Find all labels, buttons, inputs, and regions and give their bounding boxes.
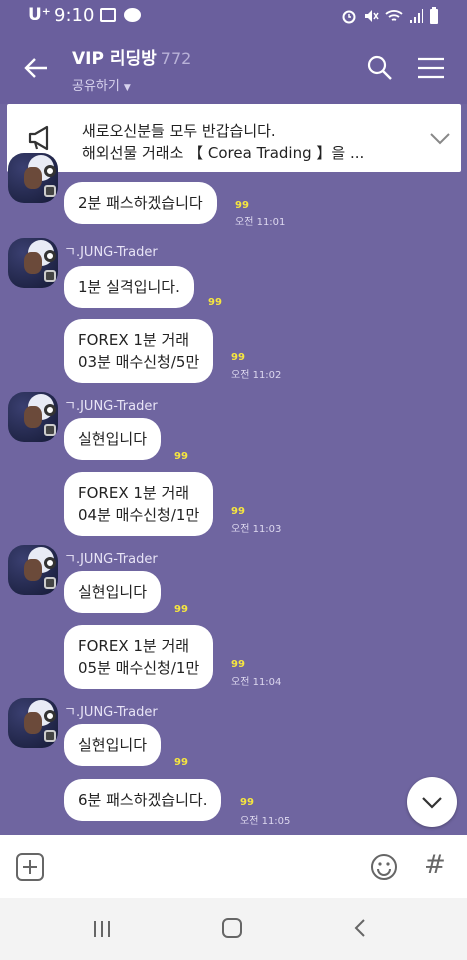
menu-icon[interactable]	[416, 56, 446, 80]
title-area[interactable]: VIP 리딩방 772 공유하기 ▼	[72, 44, 191, 94]
notice-banner[interactable]: 새로오신분들 모두 반갑습니다. 해외선물 거래소 【 Corea Tradin…	[7, 104, 461, 172]
timestamp: 오전 11:03	[231, 524, 282, 535]
chevron-down-icon	[422, 797, 442, 809]
scroll-to-bottom-button[interactable]	[407, 777, 457, 827]
sender-name: ㄱ.JUNG-Trader	[64, 552, 158, 567]
back-arrow-icon[interactable]	[22, 54, 50, 82]
message-bubble[interactable]: FOREX 1분 거래 03분 매수신청/5만	[64, 319, 214, 383]
message-bubble[interactable]: FOREX 1분 거래 04분 매수신청/1만	[64, 472, 214, 536]
unread-count: 99	[240, 797, 254, 808]
message-bubble[interactable]: 6분 패스하겠습니다.	[64, 779, 222, 821]
message-text-line2: 05분 매수신청/1만	[78, 659, 200, 677]
carrier-label: U⁺	[28, 5, 51, 25]
message-text: FOREX 1분 거래	[78, 331, 190, 349]
message-bubble[interactable]: 1분 실격입니다.	[64, 266, 194, 308]
chat-header: VIP 리딩방 772 공유하기 ▼	[0, 32, 467, 104]
caret-down-icon: ▼	[123, 83, 131, 93]
emoji-icon[interactable]	[370, 853, 398, 881]
sender-name: ㄱ.JUNG-Trader	[64, 245, 158, 260]
hash-icon[interactable]: #	[424, 850, 446, 880]
plus-icon[interactable]	[16, 853, 44, 881]
timestamp: 오전 11:02	[231, 370, 282, 381]
message-bubble[interactable]: 실현입니다	[64, 418, 162, 460]
sender-name: ㄱ.JUNG-Trader	[64, 399, 158, 414]
message-text: 실현입니다	[78, 583, 148, 601]
notice-line-2: 해외선물 거래소 【 Corea Trading 】을 ...	[82, 144, 365, 162]
back-icon[interactable]	[352, 918, 368, 938]
unread-count: 99	[231, 352, 245, 363]
status-bar: U⁺ 9:10	[0, 0, 467, 32]
message-text: FOREX 1분 거래	[78, 484, 190, 502]
search-icon[interactable]	[366, 54, 394, 82]
battery-icon	[430, 7, 438, 24]
unread-count: 99	[235, 200, 249, 211]
timestamp: 오전 11:04	[231, 677, 282, 688]
message-bubble[interactable]: 2분 패스하겠습니다	[64, 182, 217, 224]
unread-count: 99	[231, 506, 245, 517]
message-text: 1분 실격입니다.	[78, 278, 180, 296]
avatar[interactable]	[8, 545, 58, 595]
recent-apps-icon[interactable]	[92, 920, 112, 938]
notice-line-1: 새로오신분들 모두 반갑습니다.	[82, 122, 276, 140]
message-bubble[interactable]: FOREX 1분 거래 05분 매수신청/1만	[64, 625, 214, 689]
mute-icon	[365, 10, 379, 22]
unread-count: 99	[208, 297, 222, 308]
unread-count: 99	[174, 451, 188, 462]
message-text: 2분 패스하겠습니다	[78, 194, 203, 212]
message-text: 6분 패스하겠습니다.	[78, 791, 208, 809]
message-text-line2: 03분 매수신청/5만	[78, 353, 200, 371]
unread-count: 99	[174, 604, 188, 615]
message-input-bar: #	[0, 835, 467, 898]
home-icon[interactable]	[222, 918, 242, 938]
chevron-down-icon[interactable]	[429, 130, 451, 146]
clock: 9:10	[54, 5, 95, 26]
megaphone-icon	[28, 125, 49, 151]
unread-count: 99	[174, 757, 188, 768]
talk-icon	[124, 8, 141, 22]
timestamp: 오전 11:01	[235, 217, 286, 228]
unread-count: 99	[231, 659, 245, 670]
image-icon	[100, 8, 116, 22]
chat-title: VIP 리딩방 772	[72, 44, 191, 69]
wifi-icon	[385, 10, 403, 21]
message-bubble[interactable]: 실현입니다	[64, 724, 162, 766]
avatar[interactable]	[8, 153, 58, 203]
message-bubble[interactable]: 실현입니다	[64, 571, 162, 613]
avatar[interactable]	[8, 698, 58, 748]
avatar[interactable]	[8, 238, 58, 288]
message-text: 실현입니다	[78, 736, 148, 754]
timestamp: 오전 11:05	[240, 816, 291, 827]
message-text: FOREX 1분 거래	[78, 637, 190, 655]
member-count: 772	[160, 49, 192, 68]
signal-icon	[410, 9, 423, 23]
message-text-line2: 04분 매수신청/1만	[78, 506, 200, 524]
sender-name: ㄱ.JUNG-Trader	[64, 705, 158, 720]
avatar[interactable]	[8, 392, 58, 442]
message-text: 실현입니다	[78, 430, 148, 448]
chat-title-text: VIP 리딩방	[72, 49, 157, 69]
share-label: 공유하기	[72, 79, 120, 94]
share-dropdown[interactable]: 공유하기 ▼	[72, 75, 191, 94]
alarm-icon	[342, 10, 356, 24]
system-nav-bar	[0, 898, 467, 960]
